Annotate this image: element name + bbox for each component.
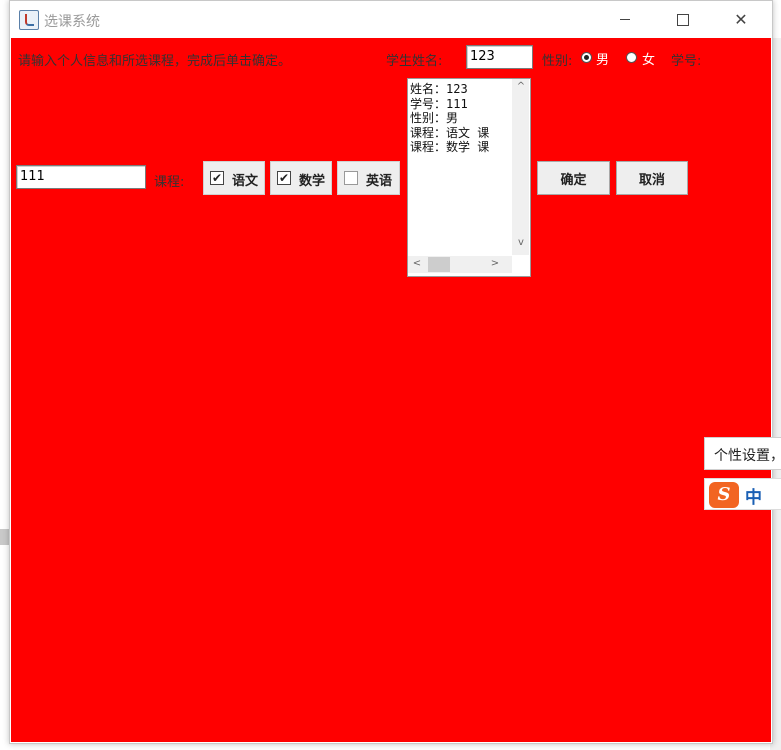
title-bar[interactable]: 选课系统 ✕ (10, 1, 772, 38)
minimize-icon (620, 19, 630, 20)
gender-male-radio[interactable] (581, 52, 592, 63)
checkbox-checked-icon: ✔ (210, 171, 224, 185)
ime-mode-indicator[interactable]: 中 (745, 483, 762, 508)
course-english-label: 英语 (366, 174, 393, 189)
close-button[interactable]: ✕ (718, 1, 764, 38)
student-name-label: 学生姓名: (386, 54, 443, 69)
gender-female-radio[interactable] (626, 52, 637, 63)
minimize-button[interactable] (602, 1, 648, 38)
course-chinese-checkbox[interactable]: ✔ 语文 (203, 161, 265, 195)
gender-label: 性别: (542, 54, 573, 69)
checkbox-unchecked-icon (344, 171, 358, 185)
maximize-icon (677, 13, 689, 26)
scroll-right-icon[interactable]: > (488, 258, 502, 269)
scroll-up-icon[interactable]: ^ (514, 81, 528, 92)
ime-tooltip: 个性设置， (704, 437, 781, 470)
result-line: 课程：数学 课 (410, 140, 490, 154)
result-line: 学号：111 (410, 96, 468, 111)
result-text: 姓名：123 学号：111 性别：男 课程：语文 课课程：数学 课 (410, 82, 513, 254)
result-textarea[interactable]: 姓名：123 学号：111 性别：男 课程：语文 课课程：数学 课 ^ v < > (407, 78, 531, 277)
result-line: 性别：男 (410, 111, 459, 125)
instruction-label: 请输入个人信息和所选课程，完成后单击确定。 (18, 54, 292, 69)
maximize-button[interactable] (660, 1, 706, 38)
sogou-logo-icon[interactable]: S (709, 482, 739, 508)
close-icon: ✕ (734, 10, 748, 29)
student-id-input[interactable] (16, 165, 146, 189)
course-math-checkbox[interactable]: ✔ 数学 (270, 161, 332, 195)
course-label: 课程: (154, 175, 185, 190)
course-math-label: 数学 (299, 174, 326, 189)
horizontal-scroll-thumb[interactable] (428, 257, 450, 272)
cancel-button[interactable]: 取消 (616, 161, 688, 195)
result-line: 姓名：123 (410, 82, 468, 96)
ime-toolbar[interactable]: S 中 (704, 478, 781, 510)
gender-male-label: 男 (596, 53, 610, 68)
gender-female-label: 女 (642, 53, 656, 68)
result-line: 课程：语文 课 (410, 125, 490, 140)
course-chinese-label: 语文 (232, 174, 259, 189)
checkbox-checked-icon: ✔ (277, 171, 291, 185)
java-app-icon (19, 10, 39, 30)
course-english-checkbox[interactable]: 英语 (337, 161, 400, 195)
student-id-label: 学号: (671, 54, 702, 69)
course-selection-window: 选课系统 ✕ 请输入个人信息和所选课程，完成后单击确定。 学生姓名: 性别: 男… (9, 0, 773, 744)
scroll-down-icon[interactable]: v (514, 237, 528, 248)
scroll-left-icon[interactable]: < (410, 258, 424, 269)
confirm-button[interactable]: 确定 (537, 161, 610, 195)
form-panel: 请输入个人信息和所选课程，完成后单击确定。 学生姓名: 性别: 男 女 学号: … (11, 38, 771, 742)
vertical-scrollbar[interactable]: ^ v (512, 79, 529, 255)
window-title: 选课系统 (44, 14, 100, 30)
student-name-input[interactable] (466, 45, 533, 69)
horizontal-scrollbar[interactable]: < > (408, 256, 512, 273)
